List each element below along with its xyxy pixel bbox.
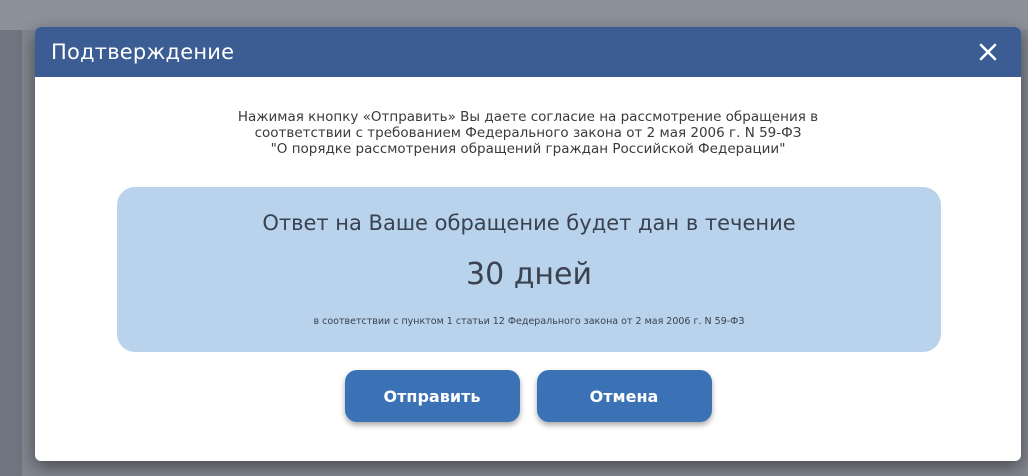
response-time-note: в соответствии с пунктом 1 статьи 12 Фед… [313,316,745,327]
consent-line: Нажимая кнопку «Отправить» Вы даете согл… [237,109,819,125]
response-time-title: Ответ на Ваше обращение будет дан в тече… [262,211,796,235]
cancel-button[interactable]: Отмена [536,370,712,422]
response-time-box: Ответ на Ваше обращение будет дан в тече… [117,187,941,352]
consent-text: Нажимая кнопку «Отправить» Вы даете согл… [95,109,961,157]
dialog-title: Подтверждение [51,40,235,64]
confirmation-dialog: Подтверждение Нажимая кнопку «Отправить»… [35,27,1021,461]
dialog-header: Подтверждение [35,27,1021,77]
consent-line: "О порядке рассмотрения обращений гражда… [270,141,786,157]
consent-line: соответствии с требованием Федерального … [254,125,802,141]
submit-button[interactable]: Отправить [344,370,520,422]
dialog-actions: Отправить Отмена [35,370,1021,422]
response-time-days: 30 дней [465,257,593,292]
close-icon [979,43,997,61]
close-button[interactable] [975,39,1001,65]
